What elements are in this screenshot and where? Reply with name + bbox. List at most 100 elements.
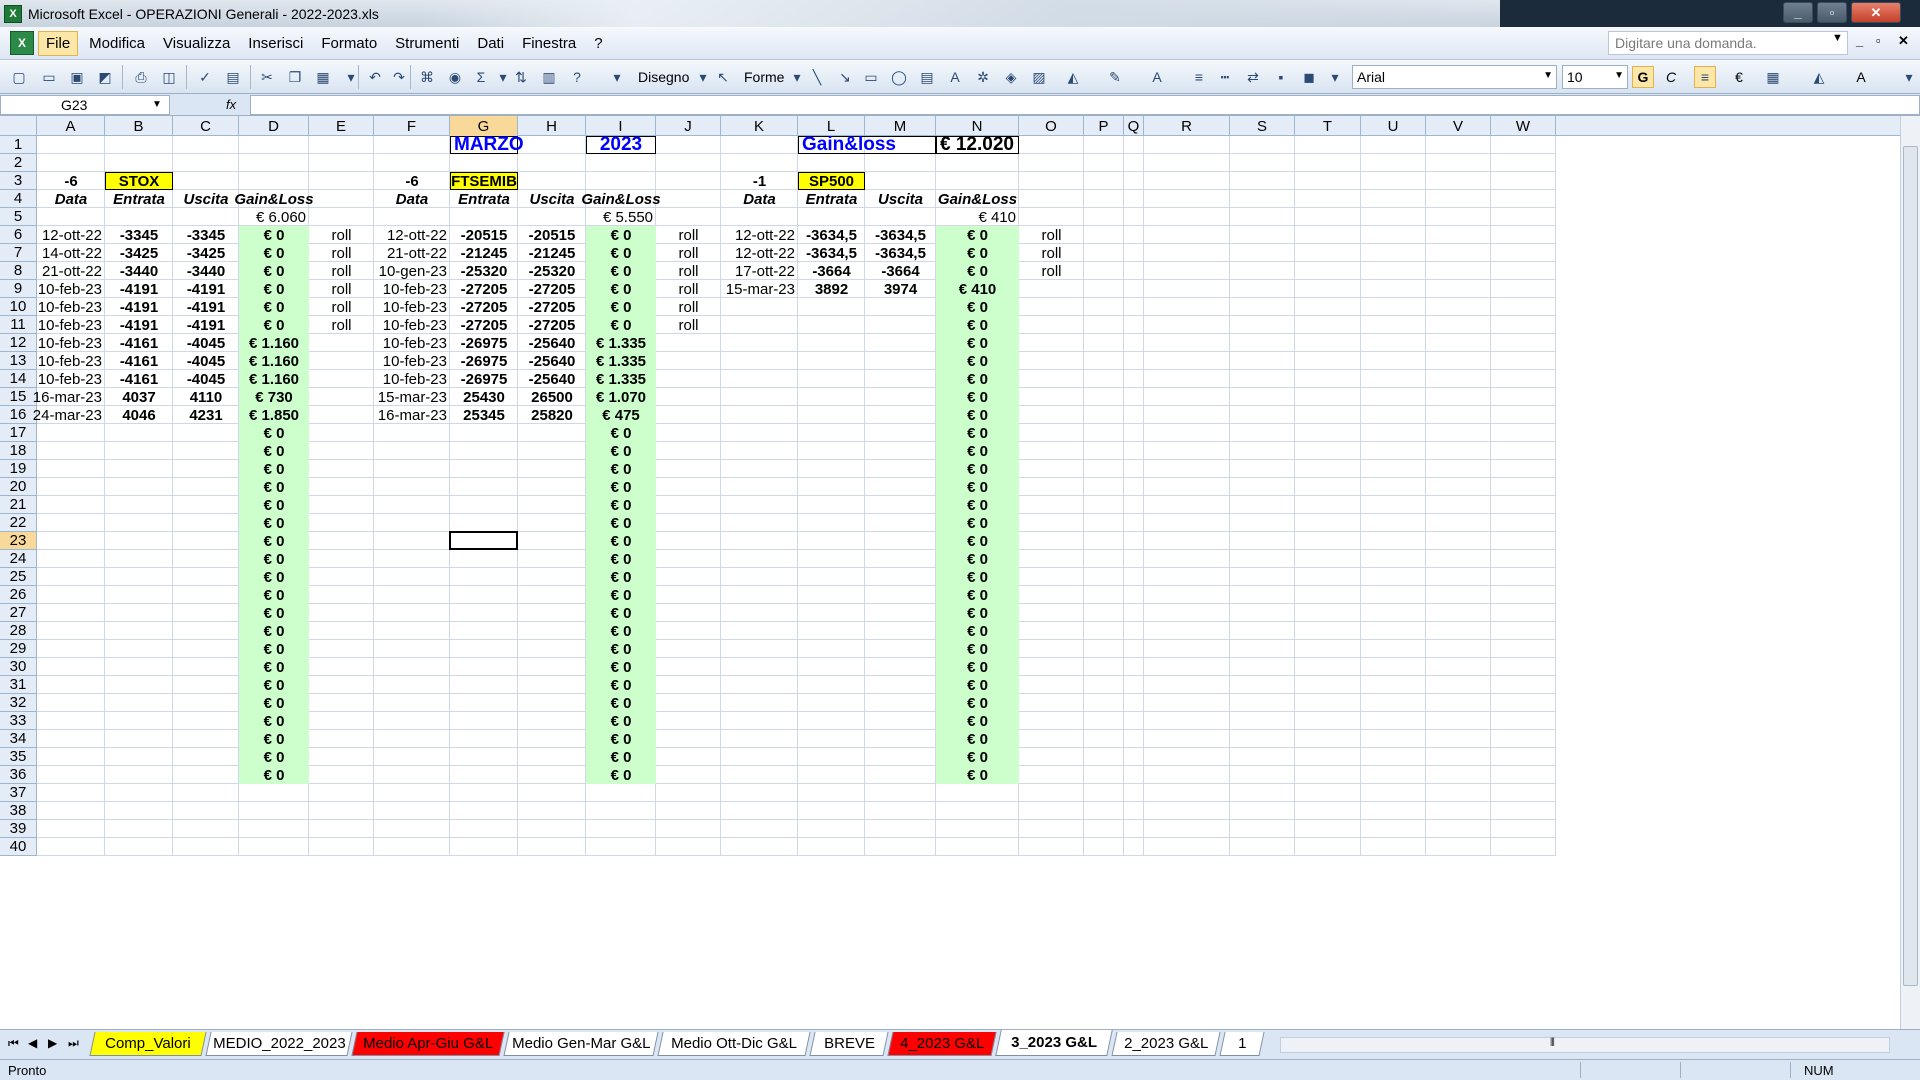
trade-gainloss[interactable]: € 0 <box>239 676 309 694</box>
shapes-menu-arrow-icon[interactable]: ▾ <box>786 66 808 88</box>
trade-gainloss[interactable]: € 0 <box>239 514 309 532</box>
trade-gainloss[interactable]: € 0 <box>239 226 309 244</box>
trade-gainloss[interactable]: € 0 <box>239 550 309 568</box>
trade-note[interactable]: roll <box>309 226 374 244</box>
trade-gainloss[interactable]: € 0 <box>936 748 1019 766</box>
wordart-icon[interactable]: A <box>944 66 966 88</box>
trade-exit[interactable]: 26500 <box>518 388 586 406</box>
trade-exit[interactable]: 4110 <box>173 388 239 406</box>
trade-gainloss[interactable]: € 0 <box>586 550 656 568</box>
trade-gainloss[interactable]: € 0 <box>586 712 656 730</box>
web-icon[interactable]: ◉ <box>444 66 466 88</box>
trade-gainloss[interactable]: € 0 <box>586 298 656 316</box>
trade-exit[interactable]: -4045 <box>173 334 239 352</box>
trade-gainloss[interactable]: € 0 <box>239 478 309 496</box>
column-header-a[interactable]: A <box>37 116 105 136</box>
trade-note[interactable]: roll <box>1019 226 1084 244</box>
column-header-g[interactable]: G <box>450 116 518 136</box>
trade-entry[interactable]: -20515 <box>450 226 518 244</box>
row-header-2[interactable]: 2 <box>0 154 37 172</box>
row-header-35[interactable]: 35 <box>0 748 37 766</box>
trade-gainloss[interactable]: € 0 <box>936 766 1019 784</box>
trade-gainloss[interactable]: € 0 <box>936 298 1019 316</box>
shapes-menu[interactable]: Forme <box>744 69 784 85</box>
row-header-39[interactable]: 39 <box>0 820 37 838</box>
trade-exit[interactable]: -27205 <box>518 280 586 298</box>
menu-formato[interactable]: Formato <box>314 32 384 55</box>
research-icon[interactable]: ▤ <box>222 66 244 88</box>
trade-date[interactable]: 10-feb-23 <box>37 352 105 370</box>
trade-gainloss[interactable]: € 0 <box>239 424 309 442</box>
clipart-icon[interactable]: ◈ <box>1000 66 1022 88</box>
trade-gainloss[interactable]: € 0 <box>586 676 656 694</box>
trade-exit[interactable]: -4045 <box>173 370 239 388</box>
trade-gainloss[interactable]: € 0 <box>936 316 1019 334</box>
trade-gainloss[interactable]: € 0 <box>936 334 1019 352</box>
toolbar-options-2-icon[interactable]: ▾ <box>1324 66 1346 88</box>
trade-gainloss[interactable]: € 0 <box>586 442 656 460</box>
row-header-40[interactable]: 40 <box>0 838 37 856</box>
trade-gainloss[interactable]: € 0 <box>586 694 656 712</box>
trade-date[interactable]: 16-mar-23 <box>33 388 105 406</box>
insert-function-icon[interactable]: fx <box>226 97 236 112</box>
row-header-30[interactable]: 30 <box>0 658 37 676</box>
prev-sheet-icon[interactable]: ◀ <box>28 1036 37 1050</box>
row-header-16[interactable]: 16 <box>0 406 37 424</box>
toolbar-options-3-icon[interactable]: ▾ <box>1898 66 1920 88</box>
borders-icon[interactable]: ▦ <box>1762 66 1784 88</box>
column-header-t[interactable]: T <box>1295 116 1361 136</box>
trade-gainloss[interactable]: € 0 <box>239 766 309 784</box>
trade-entry[interactable]: -4191 <box>105 280 173 298</box>
trade-exit[interactable]: 3974 <box>865 280 936 298</box>
vertical-scrollbar[interactable] <box>1900 116 1920 1029</box>
trade-gainloss[interactable]: € 0 <box>239 532 309 550</box>
oval-icon[interactable]: ◯ <box>888 66 910 88</box>
doc-restore-button[interactable]: ▫ <box>1876 33 1881 48</box>
trade-gainloss[interactable]: € 0 <box>586 586 656 604</box>
trade-gainloss[interactable]: € 0 <box>239 730 309 748</box>
sheet-tab[interactable]: 1 <box>1219 1032 1265 1056</box>
block-name[interactable]: FTSEMIB <box>450 172 518 190</box>
row-header-34[interactable]: 34 <box>0 730 37 748</box>
menu-strumenti[interactable]: Strumenti <box>388 32 466 55</box>
trade-note[interactable]: roll <box>309 244 374 262</box>
shadow-icon[interactable]: ▪ <box>1270 66 1292 88</box>
trade-gainloss[interactable]: € 0 <box>936 622 1019 640</box>
trade-date[interactable]: 14-ott-22 <box>37 244 105 262</box>
trade-gainloss[interactable]: € 0 <box>586 622 656 640</box>
trade-gainloss[interactable]: € 0 <box>239 568 309 586</box>
trade-gainloss[interactable]: € 0 <box>586 730 656 748</box>
menu-dati[interactable]: Dati <box>470 32 511 55</box>
trade-gainloss[interactable]: € 0 <box>239 262 309 280</box>
trade-gainloss[interactable]: € 410 <box>936 280 1019 298</box>
name-box-dropdown-icon[interactable]: ▼ <box>152 99 162 110</box>
row-header-11[interactable]: 11 <box>0 316 37 334</box>
column-header-q[interactable]: Q <box>1124 116 1144 136</box>
autosum-icon[interactable]: Σ <box>470 66 492 88</box>
excel-app-icon[interactable]: X <box>4 4 22 23</box>
trade-gainloss[interactable]: € 0 <box>936 388 1019 406</box>
trade-date[interactable]: 12-ott-22 <box>374 226 450 244</box>
trade-gainloss[interactable]: € 0 <box>586 514 656 532</box>
trade-gainloss[interactable]: € 0 <box>936 640 1019 658</box>
trade-gainloss[interactable]: € 0 <box>936 712 1019 730</box>
trade-gainloss[interactable]: € 0 <box>936 514 1019 532</box>
trade-gainloss[interactable]: € 0 <box>936 370 1019 388</box>
row-header-3[interactable]: 3 <box>0 172 37 190</box>
next-sheet-icon[interactable]: ▶ <box>48 1036 57 1050</box>
3d-icon[interactable]: ◼ <box>1298 66 1320 88</box>
column-header-e[interactable]: E <box>309 116 374 136</box>
column-header-i[interactable]: I <box>586 116 656 136</box>
trade-gainloss[interactable]: € 0 <box>936 352 1019 370</box>
trade-entry[interactable]: 4037 <box>105 388 173 406</box>
column-header-s[interactable]: S <box>1230 116 1295 136</box>
toolbar-options-icon[interactable]: ▾ <box>606 66 628 88</box>
trade-gainloss[interactable]: € 0 <box>936 424 1019 442</box>
horizontal-scroll-grip-icon[interactable]: ⦀ <box>1550 1037 1555 1050</box>
font-name-dropdown-icon[interactable]: ▼ <box>1543 70 1553 81</box>
trade-entry[interactable]: -25320 <box>450 262 518 280</box>
sheet-tab[interactable]: MEDIO_2022_2023 <box>205 1032 353 1056</box>
trade-entry[interactable]: -26975 <box>450 334 518 352</box>
trade-exit[interactable]: -4191 <box>173 298 239 316</box>
vertical-scroll-thumb[interactable] <box>1903 146 1918 986</box>
